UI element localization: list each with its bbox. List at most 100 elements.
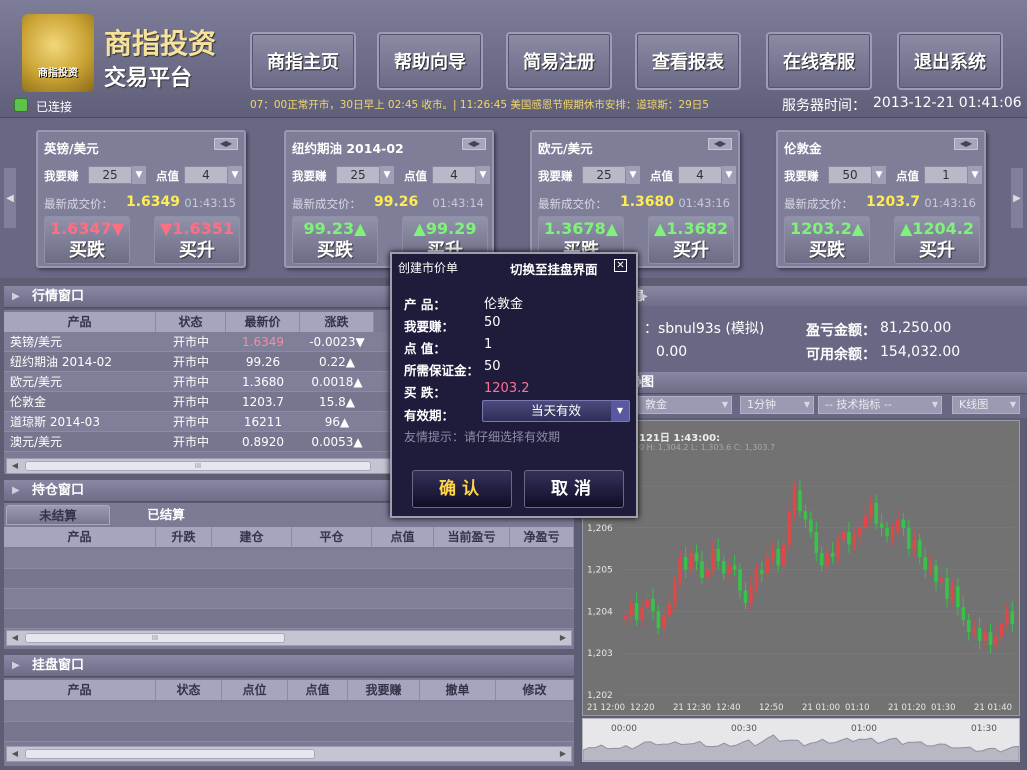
- scroll-left-arrow-icon[interactable]: ◀: [9, 461, 21, 471]
- chart-type-select[interactable]: K线图: [952, 396, 1020, 414]
- pos-col-point[interactable]: 点值: [372, 527, 434, 547]
- nav-help-button[interactable]: 帮助向导: [377, 32, 483, 90]
- row-price: 99.26: [245, 355, 281, 369]
- scroll-right-arrow-icon[interactable]: ▶: [557, 633, 569, 643]
- card-arrows-icon[interactable]: ◀▶: [954, 138, 978, 150]
- qty-input[interactable]: 25: [88, 166, 132, 184]
- candle-body: [841, 532, 846, 541]
- nav-home-button[interactable]: 商指主页: [250, 32, 356, 90]
- kline-chart[interactable]: 121日 1:43:00: 0 H: 1,304.2 L: 1,303.6 C:…: [582, 420, 1020, 716]
- chevron-down-icon[interactable]: ▼: [626, 166, 640, 184]
- chart-product-select[interactable]: 敦金: [638, 396, 732, 414]
- x-tick-label: 21 12:00: [587, 703, 625, 713]
- scroll-left-arrow-icon[interactable]: ◀: [9, 633, 21, 643]
- market-scroll-thumb[interactable]: III: [25, 461, 371, 471]
- row-price: 1.6349: [242, 335, 284, 349]
- strip-scroll-left-icon[interactable]: ◀: [4, 168, 16, 228]
- order-col-status[interactable]: 状态: [156, 680, 222, 700]
- server-time: 2013-12-21 01:41:06: [873, 95, 1022, 111]
- buy-up-button[interactable]: ▲1204.2 买升: [894, 216, 980, 264]
- candle-body: [787, 511, 791, 545]
- nav-register-button[interactable]: 简易注册: [506, 32, 612, 90]
- chevron-down-icon[interactable]: ▼: [476, 166, 490, 184]
- positions-scroll-thumb[interactable]: III: [25, 633, 285, 643]
- pos-col-net-pnl[interactable]: 净盈亏: [510, 527, 574, 547]
- card-arrows-icon[interactable]: ◀▶: [214, 138, 238, 150]
- last-time: 01:43:16: [924, 196, 976, 210]
- validity-value: 当天有效: [530, 403, 581, 418]
- orders-hscrollbar[interactable]: ◀ ▶: [6, 746, 572, 762]
- point-input[interactable]: 4: [184, 166, 228, 184]
- pos-col-pnl[interactable]: 当前盈亏: [434, 527, 510, 547]
- buy-up-button[interactable]: ▼1.6351 买升: [154, 216, 240, 264]
- candle-body: [868, 502, 873, 516]
- market-col-change[interactable]: 涨跌: [300, 312, 374, 332]
- pos-col-product[interactable]: 产品: [4, 527, 156, 547]
- close-icon[interactable]: ✕: [614, 259, 627, 272]
- positions-hscrollbar[interactable]: ◀ III ▶: [6, 630, 572, 646]
- orders-panel-header[interactable]: 挂盘窗口: [4, 655, 574, 677]
- confirm-button[interactable]: 确认: [412, 470, 512, 508]
- pos-col-open[interactable]: 建仓: [212, 527, 292, 547]
- pos-col-direction[interactable]: 升跌: [156, 527, 212, 547]
- nav-report-button[interactable]: 查看报表: [635, 32, 741, 90]
- pos-col-close[interactable]: 平仓: [292, 527, 372, 547]
- card-arrows-icon[interactable]: ◀▶: [708, 138, 732, 150]
- candle-body: [977, 628, 982, 641]
- scroll-left-arrow-icon[interactable]: ◀: [9, 749, 21, 759]
- quote-card-title: 欧元/美元: [538, 141, 593, 156]
- chevron-down-icon[interactable]: ▼: [132, 166, 146, 184]
- candle-body: [901, 519, 906, 528]
- buy-up-button[interactable]: ▲1.3682 买升: [648, 216, 734, 264]
- order-col-modify[interactable]: 修改: [496, 680, 574, 700]
- chevron-down-icon[interactable]: ▼: [722, 166, 736, 184]
- order-col-level[interactable]: 点位: [222, 680, 288, 700]
- validity-select[interactable]: 当天有效 ▼: [482, 400, 630, 422]
- market-col-product[interactable]: 产品: [4, 312, 156, 332]
- nav-logout-button[interactable]: 退出系统: [897, 32, 1003, 90]
- buy-down-button[interactable]: 1203.2▲ 买跌: [784, 216, 870, 264]
- buy-down-button[interactable]: 99.23▲ 买跌: [292, 216, 378, 264]
- overview-svg[interactable]: 00:00 00:30 01:00 01:30: [583, 719, 1019, 761]
- orders-scroll-thumb[interactable]: [25, 749, 315, 759]
- chart-panel-header[interactable]: 势图: [580, 372, 1027, 394]
- cancel-button[interactable]: 取消: [524, 470, 624, 508]
- market-col-price[interactable]: 最新价: [226, 312, 300, 332]
- chevron-down-icon[interactable]: ▼: [611, 401, 629, 421]
- point-input[interactable]: 4: [678, 166, 722, 184]
- chevron-down-icon[interactable]: ▼: [872, 166, 886, 184]
- point-input[interactable]: 1: [924, 166, 968, 184]
- card-arrows-icon[interactable]: ◀▶: [462, 138, 486, 150]
- overview-chart[interactable]: 00:00 00:30 01:00 01:30: [582, 718, 1020, 762]
- qty-input[interactable]: 25: [582, 166, 626, 184]
- tab-settled[interactable]: 已结算: [116, 505, 216, 525]
- account-info: ：sbnul93s (模拟) 0.00 盈亏金额： 81,250.00 可用余额…: [580, 306, 1027, 372]
- chevron-down-icon[interactable]: ▼: [380, 166, 394, 184]
- scroll-right-arrow-icon[interactable]: ▶: [557, 749, 569, 759]
- strip-scroll-right-icon[interactable]: ▶: [1011, 168, 1023, 228]
- chart-interval-select[interactable]: 1分钟: [740, 396, 814, 414]
- chevron-down-icon[interactable]: ▼: [228, 166, 242, 184]
- chart-indicator-select[interactable]: -- 技术指标 --: [818, 396, 942, 414]
- nav-support-button[interactable]: 在线客服: [766, 32, 872, 90]
- candle-body: [836, 540, 840, 558]
- qty-input[interactable]: 25: [336, 166, 380, 184]
- candle-body: [890, 532, 895, 537]
- tab-unsettled[interactable]: 未结算: [6, 505, 110, 525]
- account-panel-header[interactable]: 息: [580, 286, 1027, 308]
- candle-body: [852, 536, 857, 545]
- order-col-product[interactable]: 产品: [4, 680, 156, 700]
- order-col-point[interactable]: 点值: [288, 680, 348, 700]
- candle-body: [640, 607, 644, 620]
- order-col-cancel[interactable]: 撤单: [420, 680, 496, 700]
- order-col-qty[interactable]: 我要赚: [348, 680, 420, 700]
- row-price: 1203.7: [242, 395, 284, 409]
- point-input[interactable]: 4: [432, 166, 476, 184]
- candle-body: [994, 636, 998, 645]
- market-col-status[interactable]: 状态: [156, 312, 226, 332]
- kline-svg[interactable]: 1,2071,2061,2051,2041,2031,20221 12:0012…: [583, 421, 1019, 715]
- switch-to-pending-link[interactable]: 切换至挂盘界面: [510, 259, 598, 278]
- chevron-down-icon[interactable]: ▼: [968, 166, 982, 184]
- buy-down-button[interactable]: 1.6347▼ 买跌: [44, 216, 130, 264]
- qty-input[interactable]: 50: [828, 166, 872, 184]
